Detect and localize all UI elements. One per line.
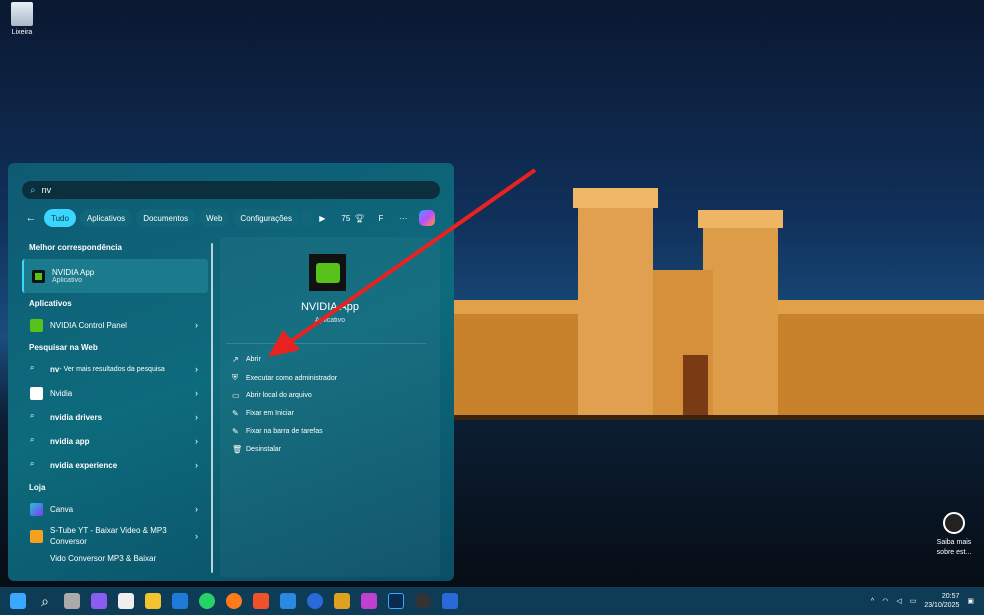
datagrip-icon[interactable] <box>361 593 377 609</box>
obs-icon[interactable] <box>415 593 431 609</box>
file-explorer-icon[interactable] <box>145 593 161 609</box>
system-tray: ^ ◠ ◁ ▭ 20:57 23/10/2025 ▣ <box>871 587 974 615</box>
volume-icon[interactable]: ◁ <box>896 597 901 605</box>
start-button-icon[interactable] <box>10 593 26 609</box>
brave-icon[interactable] <box>253 593 269 609</box>
photoshop-icon[interactable] <box>388 593 404 609</box>
chevron-up-icon[interactable]: ^ <box>871 598 874 605</box>
outlook-icon[interactable] <box>172 593 188 609</box>
clock-time: 20:57 <box>941 593 960 600</box>
clock-date: 23/10/2025 <box>924 602 960 609</box>
red-annotation-arrow <box>268 168 537 357</box>
wifi-icon[interactable]: ◠ <box>882 597 888 605</box>
taskbar: ⌕ ^ ◠ ◁ ▭ 20:57 23/10/2025 ▣ <box>0 587 984 615</box>
clock[interactable]: 20:57 23/10/2025 <box>924 592 959 610</box>
whatsapp-icon[interactable] <box>199 593 215 609</box>
firefox-icon[interactable] <box>226 593 242 609</box>
app-icon[interactable] <box>91 593 107 609</box>
notification-icon[interactable]: ▣ <box>967 597 974 605</box>
word-icon[interactable] <box>442 593 458 609</box>
intellij-icon[interactable] <box>334 593 350 609</box>
store-icon[interactable] <box>118 593 134 609</box>
search-icon[interactable]: ⌕ <box>37 593 53 609</box>
vscode-icon[interactable] <box>280 593 296 609</box>
app-icon[interactable] <box>307 593 323 609</box>
task-view-icon[interactable] <box>64 593 80 609</box>
battery-icon[interactable]: ▭ <box>910 597 917 605</box>
